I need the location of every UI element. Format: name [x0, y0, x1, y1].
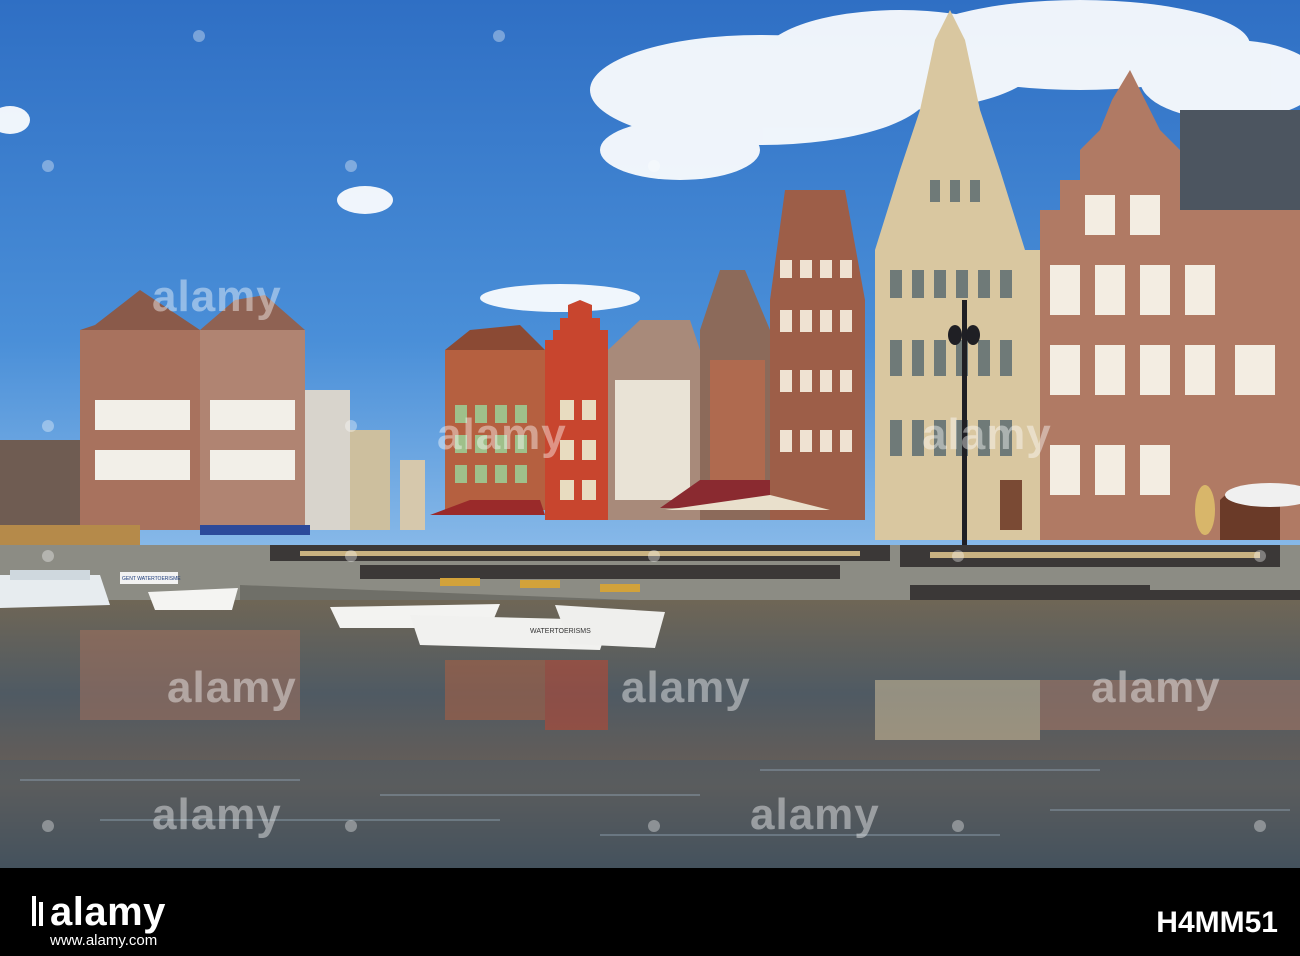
watermark-dot: [42, 160, 54, 172]
watermark-dot: [193, 30, 205, 42]
watermark-dot: [648, 820, 660, 832]
watermark-dot: [345, 160, 357, 172]
boat-lettering: WATERTOERISMS: [530, 628, 591, 635]
watermark-dot: [42, 420, 54, 432]
watermark-dot: [1254, 550, 1266, 562]
stock-photo: WATERTOERISMS GENT WATERTOERISME alamy a…: [0, 0, 1300, 868]
tour-sign-text: GENT WATERTOERISME: [122, 576, 181, 582]
watermark-dot: [648, 550, 660, 562]
watermark-dot: [345, 820, 357, 832]
green-window-building: [445, 325, 545, 510]
watermark-dot: [648, 160, 660, 172]
watermark-dot: [493, 30, 505, 42]
watermark-dot: [345, 420, 357, 432]
red-stepped-gable-house: [545, 300, 608, 520]
watermark-dot: [42, 550, 54, 562]
watermark-dot: [1254, 820, 1266, 832]
watermark-dot: [345, 550, 357, 562]
footer-bar: [0, 868, 1300, 956]
alamy-logo-icon: [32, 896, 43, 926]
source-url[interactable]: www.alamy.com: [50, 932, 157, 949]
watermark-dot: [952, 820, 964, 832]
brand-logo-text[interactable]: alamy: [50, 890, 166, 935]
canal-scene-illustration: WATERTOERISMS GENT WATERTOERISME: [0, 0, 1300, 868]
watermark-dot: [42, 820, 54, 832]
image-id: H4MM51: [1156, 906, 1278, 939]
watermark-dot: [952, 550, 964, 562]
